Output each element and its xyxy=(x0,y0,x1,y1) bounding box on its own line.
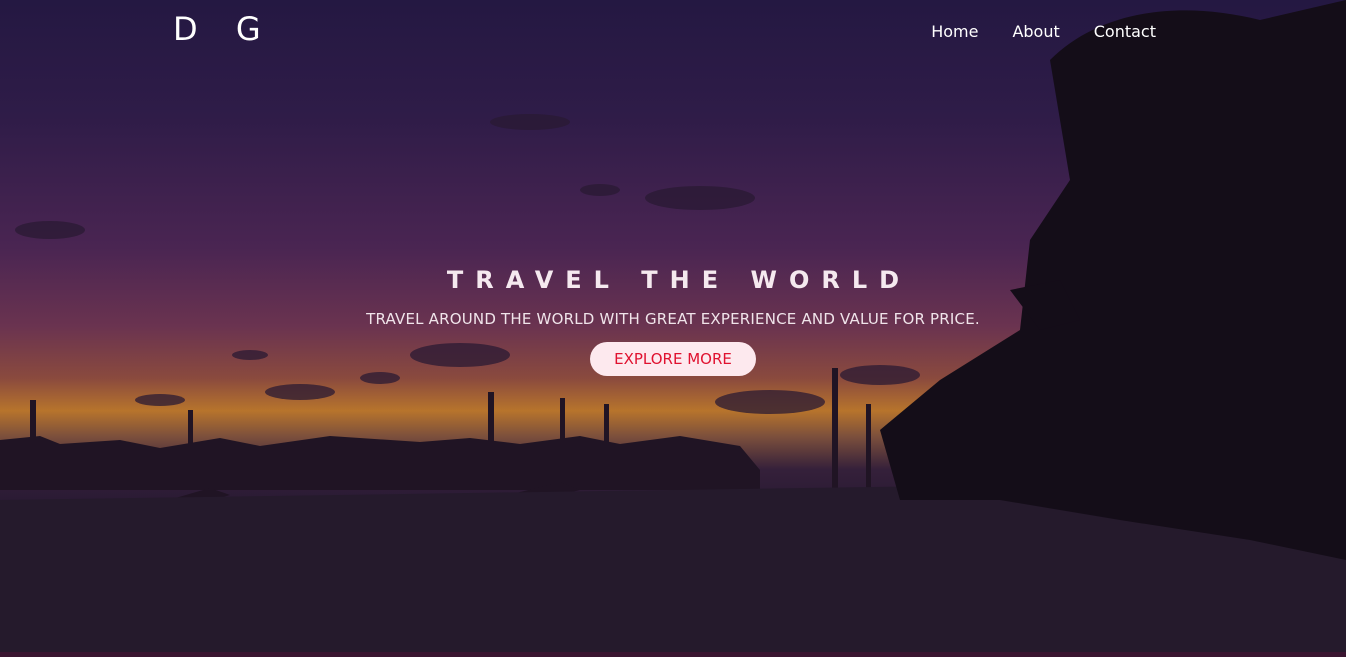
hero-section: D G Home About Contact TRAVEL THE WORLD … xyxy=(0,0,1346,652)
hero-content: TRAVEL THE WORLD TRAVEL AROUND THE WORLD… xyxy=(0,266,1346,376)
hero-subtitle: TRAVEL AROUND THE WORLD WITH GREAT EXPER… xyxy=(366,310,980,328)
nav-links: Home About Contact xyxy=(931,22,1156,41)
nav-contact-link[interactable]: Contact xyxy=(1094,22,1156,41)
hero-title: TRAVEL THE WORLD xyxy=(446,266,912,294)
brand-logo[interactable]: D G xyxy=(173,10,275,48)
nav-home-link[interactable]: Home xyxy=(931,22,978,41)
bottom-border xyxy=(0,652,1346,657)
nav-about-link[interactable]: About xyxy=(1012,22,1059,41)
explore-more-button[interactable]: EXPLORE MORE xyxy=(590,342,756,376)
top-navbar: D G Home About Contact xyxy=(0,0,1346,64)
